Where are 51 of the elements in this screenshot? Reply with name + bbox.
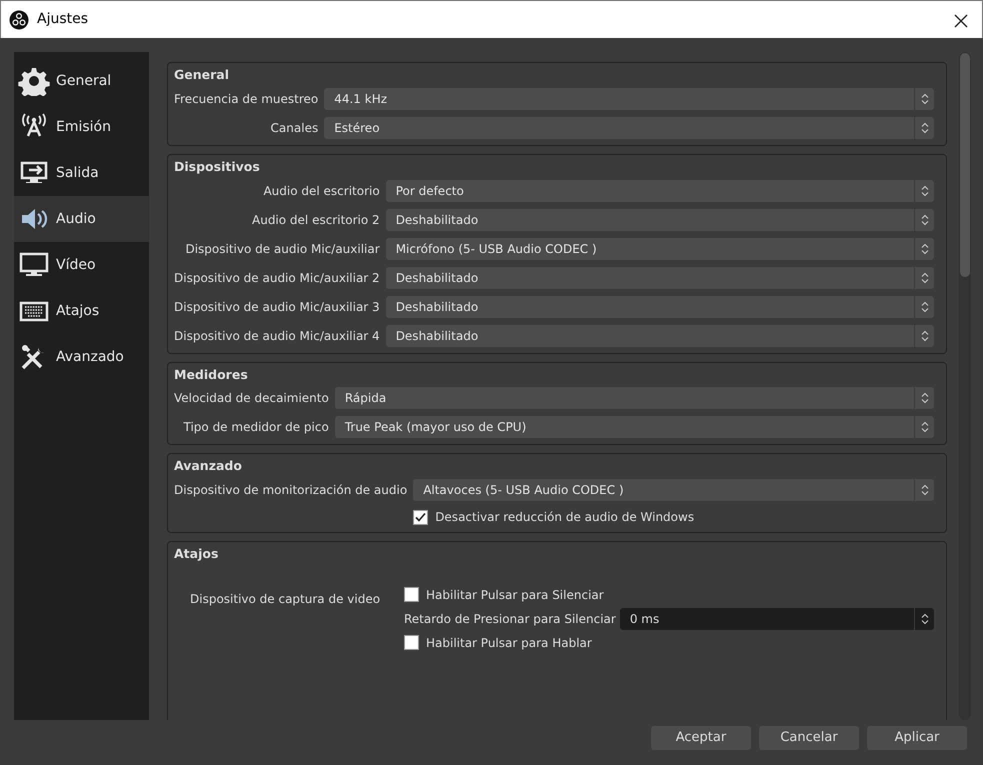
field-label: Audio del escritorio (262, 182, 380, 200)
sidebar-item[interactable]: Salida (14, 150, 149, 196)
close-icon[interactable] (954, 14, 968, 28)
sidebar-item[interactable]: Emisión (14, 104, 149, 150)
dropdown-field[interactable]: Deshabilitado (386, 266, 934, 288)
dropdown-field[interactable]: Deshabilitado (386, 208, 934, 230)
field-label: Frecuencia de muestreo (174, 90, 318, 108)
dropdown-field[interactable]: True Peak (mayor uso de CPU) (334, 416, 934, 438)
field-label: Dispositivo de audio Mic/auxiliar 3 (174, 298, 380, 316)
checkbox[interactable] (413, 510, 428, 524)
window-title: Ajustes (37, 10, 90, 29)
sidebar-item[interactable]: Avanzado (14, 334, 149, 380)
field-label: Dispositivo de audio Mic/auxiliar 2 (174, 270, 380, 286)
sidebar-item[interactable]: Vídeo (14, 242, 149, 288)
dialog-button[interactable]: Aceptar (651, 726, 751, 750)
checkbox-label[interactable]: Desactivar reducción de audio de Windows (435, 508, 694, 526)
field-label: Retardo de Presionar para Silenciar (404, 610, 616, 628)
group-title: Medidores (174, 366, 249, 384)
hotkey-source-label: Dispositivo de captura de video (189, 590, 382, 608)
field-label: Dispositivo de audio Mic/auxiliar (184, 240, 380, 258)
group-title: Avanzado (174, 457, 243, 476)
dropdown-field[interactable]: Micrófono (5- USB Audio CODEC ) (386, 238, 934, 260)
dialog-button[interactable]: Aplicar (867, 726, 967, 750)
checkbox[interactable] (404, 635, 419, 650)
sidebar-item[interactable]: Atajos (14, 288, 149, 334)
field-label: Dispositivo de audio Mic/auxiliar 4 (174, 328, 380, 344)
dropdown-field[interactable]: Estéreo (324, 116, 934, 139)
dropdown-field[interactable]: Por defecto (386, 180, 934, 202)
dropdown-field[interactable]: Rápida (334, 387, 934, 410)
scrollbar[interactable] (959, 52, 971, 720)
checkbox-label[interactable]: Habilitar Pulsar para Hablar (426, 634, 592, 652)
checkbox-label[interactable]: Habilitar Pulsar para Silenciar (426, 586, 604, 604)
dropdown-field[interactable]: Altavoces (5- USB Audio CODEC ) (413, 479, 934, 501)
sidebar-item[interactable]: Audio (14, 196, 149, 242)
sidebar-item[interactable]: General (14, 58, 149, 104)
app-logo-icon (9, 10, 29, 30)
number-field[interactable]: 0 ms (620, 608, 934, 630)
field-label: Tipo de medidor de pico (182, 419, 329, 436)
checkbox[interactable] (404, 587, 419, 602)
gear-icon (18, 66, 50, 96)
field-label: Velocidad de decaimiento (174, 390, 329, 408)
field-label: Audio del escritorio 2 (251, 212, 380, 228)
group-title: Dispositivos (174, 158, 261, 176)
field-label: Dispositivo de monitorización de audio (174, 482, 408, 499)
group-title: General (174, 66, 230, 84)
field-label: Canales (270, 120, 318, 137)
dropdown-field[interactable]: Deshabilitado (386, 324, 934, 346)
dialog-button[interactable]: Cancelar (759, 726, 859, 750)
dropdown-field[interactable]: 44.1 kHz (324, 88, 934, 110)
dropdown-field[interactable]: Deshabilitado (386, 296, 934, 318)
group-title: Atajos (174, 545, 220, 563)
